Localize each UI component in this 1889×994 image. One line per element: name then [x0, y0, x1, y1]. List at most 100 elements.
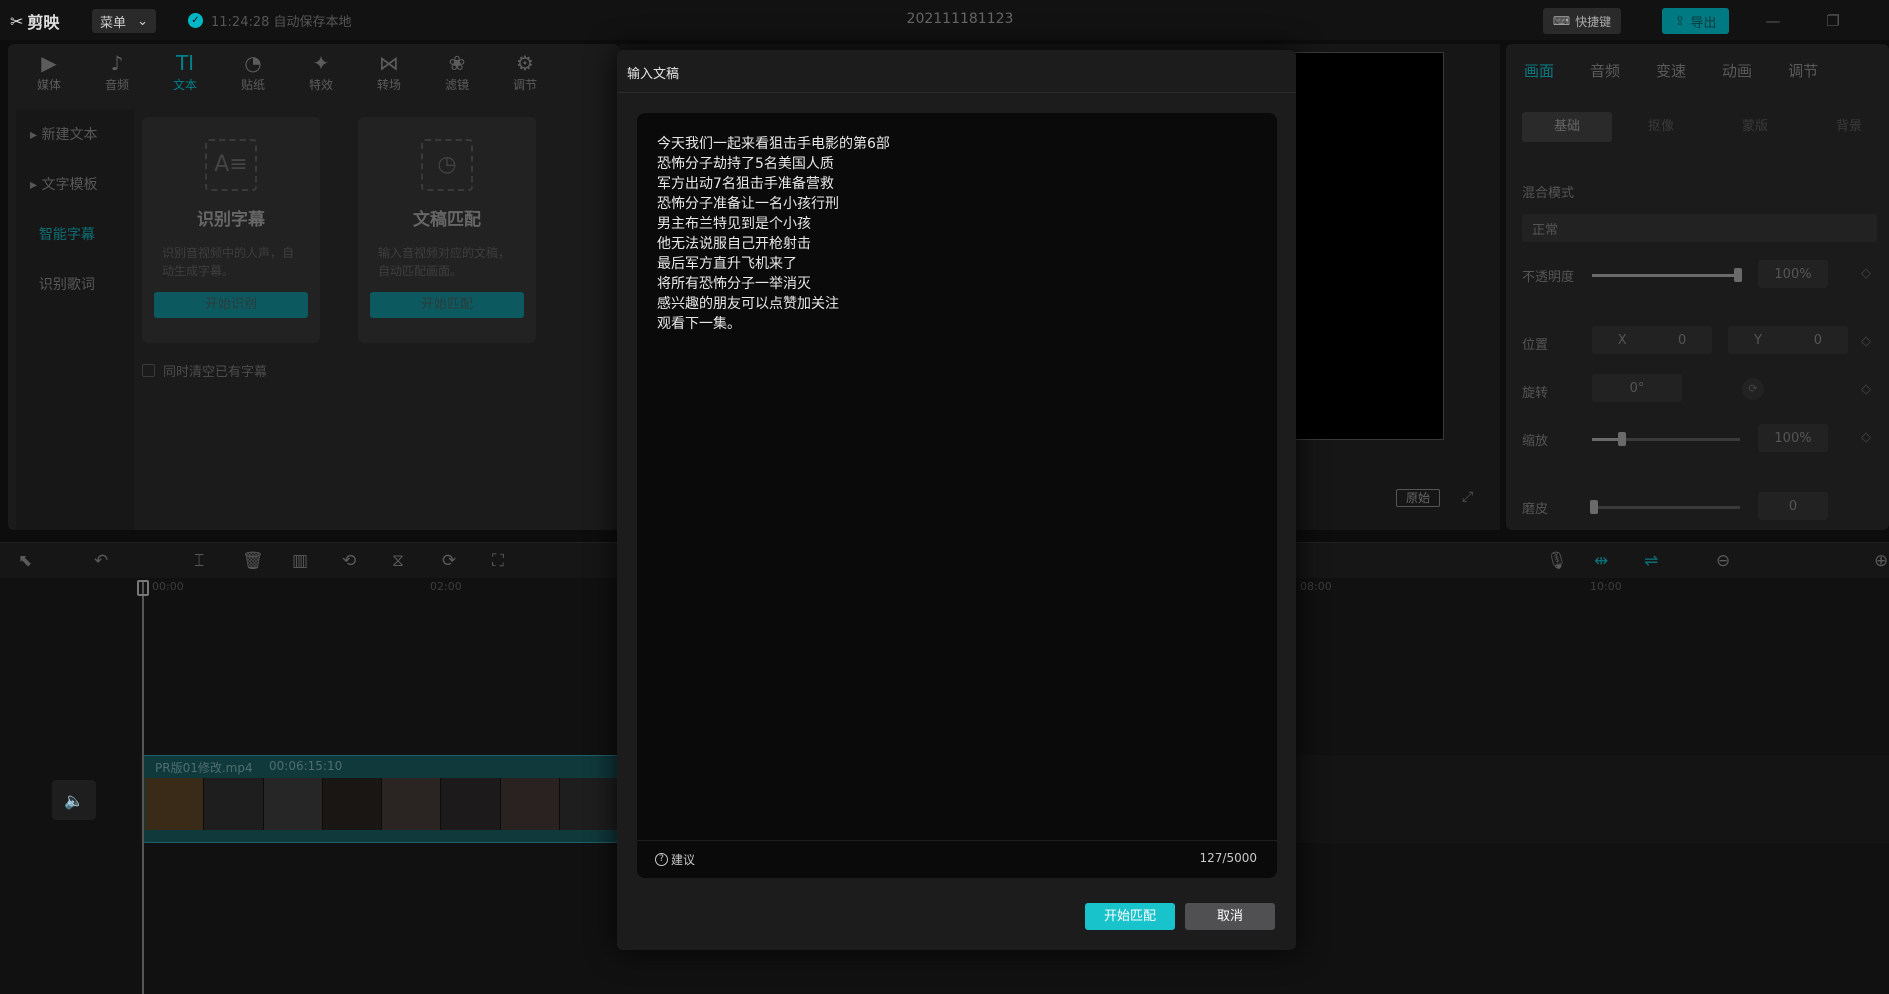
- auto-snap-icon[interactable]: ⇹: [1594, 551, 1608, 571]
- tab-animation[interactable]: 动画: [1722, 60, 1752, 81]
- link-icon[interactable]: ⇌: [1644, 551, 1658, 571]
- minimize-button[interactable]: —: [1760, 8, 1786, 34]
- logo-icon: ✂: [10, 11, 24, 31]
- keyframe-icon[interactable]: ◇: [1861, 266, 1871, 281]
- position-x-input[interactable]: X0: [1592, 326, 1712, 354]
- side-item-lyrics[interactable]: 识别歌词: [16, 260, 134, 310]
- keyframe-icon[interactable]: ◇: [1861, 382, 1871, 397]
- logo-text: 剪映: [27, 13, 60, 32]
- start-match-button[interactable]: 开始匹配: [1085, 903, 1175, 930]
- clip-thumbnail: [382, 778, 442, 830]
- beauty-value: 0: [1788, 498, 1798, 514]
- tab-label: 特效: [308, 78, 333, 92]
- side-item-text-template[interactable]: ▸ 文字模板: [16, 160, 134, 210]
- tab-text[interactable]: TI 文本: [162, 44, 208, 100]
- tab-adjust[interactable]: ⚙ 调节: [502, 44, 548, 100]
- checkbox-box[interactable]: [142, 364, 155, 377]
- subtab-basic[interactable]: 基础: [1522, 112, 1612, 142]
- tab-label: 调节: [512, 78, 537, 92]
- beauty-label: 磨皮: [1522, 502, 1549, 517]
- clip-thumbnail: [559, 778, 619, 830]
- reverse-icon[interactable]: ⟲: [342, 551, 356, 571]
- subtab-background[interactable]: 背景: [1804, 112, 1889, 142]
- start-match-card-button[interactable]: 开始匹配: [370, 292, 524, 318]
- cancel-button[interactable]: 取消: [1185, 903, 1275, 930]
- side-item-new-text[interactable]: ▸ 新建文本: [16, 110, 134, 160]
- card-description: 识别音视频中的人声，自动生成字幕。: [162, 246, 295, 278]
- sticker-icon: ◔: [244, 51, 262, 75]
- tab-media[interactable]: ▶ 媒体: [26, 44, 72, 100]
- zoom-in-icon[interactable]: ⊕: [1874, 551, 1888, 571]
- split-icon[interactable]: ⌶: [194, 551, 204, 571]
- tab-sticker[interactable]: ◔ 贴纸: [230, 44, 276, 100]
- tab-effects[interactable]: ✦ 特效: [298, 44, 344, 100]
- scale-slider[interactable]: [1592, 438, 1740, 441]
- crop-icon[interactable]: ⛶: [492, 551, 504, 571]
- clip-duration: 00:06:15:10: [269, 759, 343, 773]
- playhead-handle[interactable]: [137, 580, 149, 596]
- keyframe-icon[interactable]: ◇: [1861, 430, 1871, 445]
- ratio-button[interactable]: 原始: [1396, 489, 1440, 507]
- zoom-out-icon[interactable]: ⊖: [1716, 551, 1730, 571]
- subtab-cutout[interactable]: 抠像: [1616, 112, 1706, 142]
- undo-icon[interactable]: ↶: [94, 551, 108, 571]
- beauty-input[interactable]: 0: [1758, 492, 1828, 520]
- text-icon: TI: [175, 51, 195, 75]
- delete-icon[interactable]: 🗑: [242, 551, 264, 571]
- side-item-label: 文字模板: [41, 177, 98, 193]
- freeze-icon[interactable]: ▥: [292, 551, 308, 571]
- opacity-slider-knob[interactable]: [1734, 268, 1742, 282]
- export-button[interactable]: ⇪ 导出: [1662, 8, 1729, 34]
- x-value: 0: [1678, 332, 1687, 348]
- clip-thumbnail: [145, 778, 205, 830]
- side-item-smart-subtitle[interactable]: 智能字幕: [16, 210, 134, 260]
- tick-label: 10:00: [1590, 580, 1622, 593]
- tick-label: 08:00: [1300, 580, 1332, 593]
- tab-filter[interactable]: ❀ 滤镜: [434, 44, 480, 100]
- subtab-mask[interactable]: 蒙版: [1710, 112, 1800, 142]
- check-icon: ✓: [188, 13, 203, 28]
- tab-transition[interactable]: ⋈ 转场: [366, 44, 412, 100]
- rotate-input[interactable]: 0°: [1592, 374, 1682, 402]
- tab-audio[interactable]: ♪ 音频: [94, 44, 140, 100]
- beauty-slider-knob[interactable]: [1590, 500, 1598, 514]
- tab-speed[interactable]: 变速: [1656, 60, 1686, 81]
- clip-thumbnails: [145, 778, 619, 830]
- clip-thumbnail: [322, 778, 382, 830]
- maximize-button[interactable]: ❐: [1820, 8, 1846, 34]
- clip-thumbnail: [263, 778, 323, 830]
- rotate-value: 0°: [1629, 380, 1645, 396]
- tab-picture[interactable]: 画面: [1524, 60, 1554, 81]
- script-textarea[interactable]: 今天我们一起来看狙击手电影的第6部 恐怖分子劫持了5名美国人质 军方出动7名狙击…: [657, 134, 1257, 334]
- video-clip[interactable]: PR版01修改.mp4 00:06:15:10: [142, 755, 620, 843]
- rotate-icon[interactable]: ⟳: [442, 551, 456, 571]
- opacity-slider[interactable]: [1592, 274, 1740, 277]
- scale-input[interactable]: 100%: [1758, 424, 1828, 452]
- start-recognize-button[interactable]: 开始识别: [154, 292, 308, 318]
- mirror-icon[interactable]: ⧖: [392, 551, 404, 571]
- track-mute-button[interactable]: 🔈: [52, 780, 96, 820]
- question-icon: ?: [655, 853, 668, 866]
- rotate-dial-icon[interactable]: ⟳: [1742, 378, 1764, 400]
- position-y-input[interactable]: Y0: [1728, 326, 1848, 354]
- playhead-line[interactable]: [142, 580, 144, 994]
- title-bar: ✂ 剪映 菜单 ⌄ ✓ 11:24:28 自动保存本地 202111181123…: [0, 0, 1889, 40]
- opacity-value: 100%: [1774, 266, 1812, 282]
- scale-slider-knob[interactable]: [1618, 432, 1626, 446]
- media-icon: ▶: [41, 51, 57, 75]
- opacity-input[interactable]: 100%: [1758, 260, 1828, 288]
- select-tool-icon[interactable]: ⬉: [18, 551, 32, 571]
- clear-subtitles-checkbox[interactable]: 同时清空已有字幕: [142, 361, 267, 380]
- beauty-slider[interactable]: [1592, 506, 1740, 509]
- y-label: Y: [1753, 332, 1762, 348]
- tab-prop-audio[interactable]: 音频: [1590, 60, 1620, 81]
- keyframe-icon[interactable]: ◇: [1861, 334, 1871, 349]
- fullscreen-icon[interactable]: ⤢: [1462, 489, 1473, 505]
- suggest-link[interactable]: ? 建议: [655, 851, 695, 868]
- shortcut-button[interactable]: ⌨ 快捷键: [1543, 8, 1621, 34]
- script-text-editor[interactable]: 今天我们一起来看狙击手电影的第6部 恐怖分子劫持了5名美国人质 军方出动7名狙击…: [637, 113, 1277, 878]
- blend-mode-select[interactable]: 正常: [1522, 214, 1877, 242]
- tab-prop-adjust[interactable]: 调节: [1788, 60, 1818, 81]
- menu-button[interactable]: 菜单 ⌄: [92, 9, 156, 33]
- microphone-icon[interactable]: 🎙: [1546, 551, 1568, 571]
